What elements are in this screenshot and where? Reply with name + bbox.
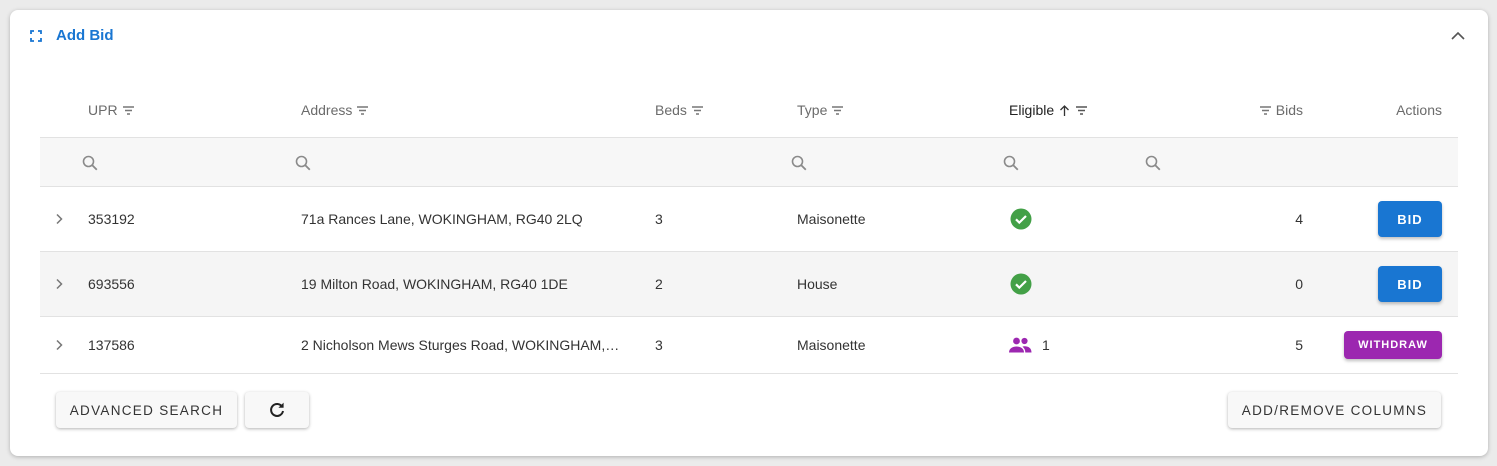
search-icon[interactable] xyxy=(1002,154,1020,172)
cell-address: 19 Milton Road, WOKINGHAM, RG40 1DE xyxy=(301,252,568,316)
check-circle-icon xyxy=(1010,208,1032,230)
cell-beds: 3 xyxy=(655,337,663,353)
search-icon[interactable] xyxy=(790,154,808,172)
column-header-address[interactable]: Address xyxy=(301,82,369,138)
column-label-upr: UPR xyxy=(88,102,118,118)
search-icon[interactable] xyxy=(1144,154,1162,172)
group-icon xyxy=(1009,337,1032,353)
cell-actions: WITHDRAW xyxy=(1338,317,1458,373)
column-label-actions: Actions xyxy=(1396,102,1442,118)
cell-beds: 2 xyxy=(655,276,663,292)
address-text: 19 Milton Road, WOKINGHAM, RG40 1DE xyxy=(301,275,568,292)
filter-lines-icon[interactable] xyxy=(1075,104,1088,117)
chevron-right-icon[interactable] xyxy=(52,212,66,226)
column-header-type[interactable]: Type xyxy=(797,82,844,138)
column-header-eligible[interactable]: Eligible xyxy=(1009,82,1088,138)
eligible-group-count: 1 xyxy=(1042,337,1050,353)
table-header-row: UPR Address Beds Type Eligible Bids Acti… xyxy=(40,82,1458,138)
cell-upr: 693556 xyxy=(88,276,135,292)
filter-lines-icon[interactable] xyxy=(831,104,844,117)
cell-bids: 4 xyxy=(1295,211,1303,227)
cell-type: House xyxy=(797,276,838,292)
refresh-icon xyxy=(270,402,284,417)
bid-button[interactable]: BID xyxy=(1378,201,1442,237)
cell-actions: BID xyxy=(1338,187,1458,251)
column-header-actions: Actions xyxy=(1396,82,1442,138)
table-row[interactable]: 137586 2 Nicholson Mews Sturges Road, WO… xyxy=(40,317,1458,374)
arrow-up-icon[interactable] xyxy=(1058,104,1071,117)
search-icon[interactable] xyxy=(294,154,312,172)
cell-actions: BID xyxy=(1338,252,1458,316)
table-row[interactable]: 353192 71a Rances Lane, WOKINGHAM, RG40 … xyxy=(40,187,1458,252)
cell-type: Maisonette xyxy=(797,211,866,227)
cell-address: 71a Rances Lane, WOKINGHAM, RG40 2LQ xyxy=(301,187,583,251)
column-header-bids[interactable]: Bids xyxy=(1259,82,1303,138)
expand-row-toggle[interactable] xyxy=(52,187,66,251)
column-label-bids: Bids xyxy=(1275,102,1303,118)
check-circle-icon xyxy=(1010,273,1032,295)
address-text: 71a Rances Lane, WOKINGHAM, RG40 2LQ xyxy=(301,210,583,227)
cell-type: Maisonette xyxy=(797,337,866,353)
cell-address: 2 Nicholson Mews Sturges Road, WOKINGHAM… xyxy=(301,317,623,373)
address-text: 2 Nicholson Mews Sturges Road, WOKINGHAM… xyxy=(301,336,623,353)
table-row[interactable]: 693556 19 Milton Road, WOKINGHAM, RG40 1… xyxy=(40,252,1458,317)
table-filter-row xyxy=(40,138,1458,187)
chevron-up-icon[interactable] xyxy=(1449,28,1467,44)
column-header-upr[interactable]: UPR xyxy=(88,82,135,138)
expand-row-toggle[interactable] xyxy=(52,252,66,316)
column-label-eligible: Eligible xyxy=(1009,102,1055,118)
cell-eligible xyxy=(1010,252,1032,316)
column-header-beds[interactable]: Beds xyxy=(655,82,704,138)
bid-button[interactable]: BID xyxy=(1378,266,1442,302)
bids-table: UPR Address Beds Type Eligible Bids Acti… xyxy=(40,82,1458,374)
advanced-search-button[interactable]: ADVANCED SEARCH xyxy=(56,392,237,428)
expand-corners-icon xyxy=(30,30,42,42)
filter-lines-icon[interactable] xyxy=(1259,104,1272,117)
cell-eligible: 1 xyxy=(1008,317,1050,373)
cell-upr: 137586 xyxy=(88,337,135,353)
cell-eligible xyxy=(1010,187,1032,251)
card-header[interactable]: Add Bid xyxy=(10,10,1488,62)
search-icon[interactable] xyxy=(81,154,99,172)
cell-beds: 3 xyxy=(655,211,663,227)
add-remove-columns-button[interactable]: ADD/REMOVE COLUMNS xyxy=(1228,392,1441,428)
filter-lines-icon[interactable] xyxy=(691,104,704,117)
refresh-button[interactable] xyxy=(245,392,309,428)
card-title: Add Bid xyxy=(56,27,114,44)
filter-lines-icon[interactable] xyxy=(356,104,369,117)
column-label-beds: Beds xyxy=(655,102,687,118)
expand-row-toggle[interactable] xyxy=(52,317,66,373)
filter-lines-icon[interactable] xyxy=(122,104,135,117)
withdraw-button[interactable]: WITHDRAW xyxy=(1344,331,1442,359)
column-label-address: Address xyxy=(301,102,353,118)
add-bid-card: Add Bid UPR Address Beds Type Eligible B… xyxy=(10,10,1488,456)
column-label-type: Type xyxy=(797,102,828,118)
chevron-right-icon[interactable] xyxy=(52,338,66,352)
chevron-right-icon[interactable] xyxy=(52,277,66,291)
cell-bids: 0 xyxy=(1295,276,1303,292)
cell-upr: 353192 xyxy=(88,211,135,227)
cell-bids: 5 xyxy=(1295,337,1303,353)
